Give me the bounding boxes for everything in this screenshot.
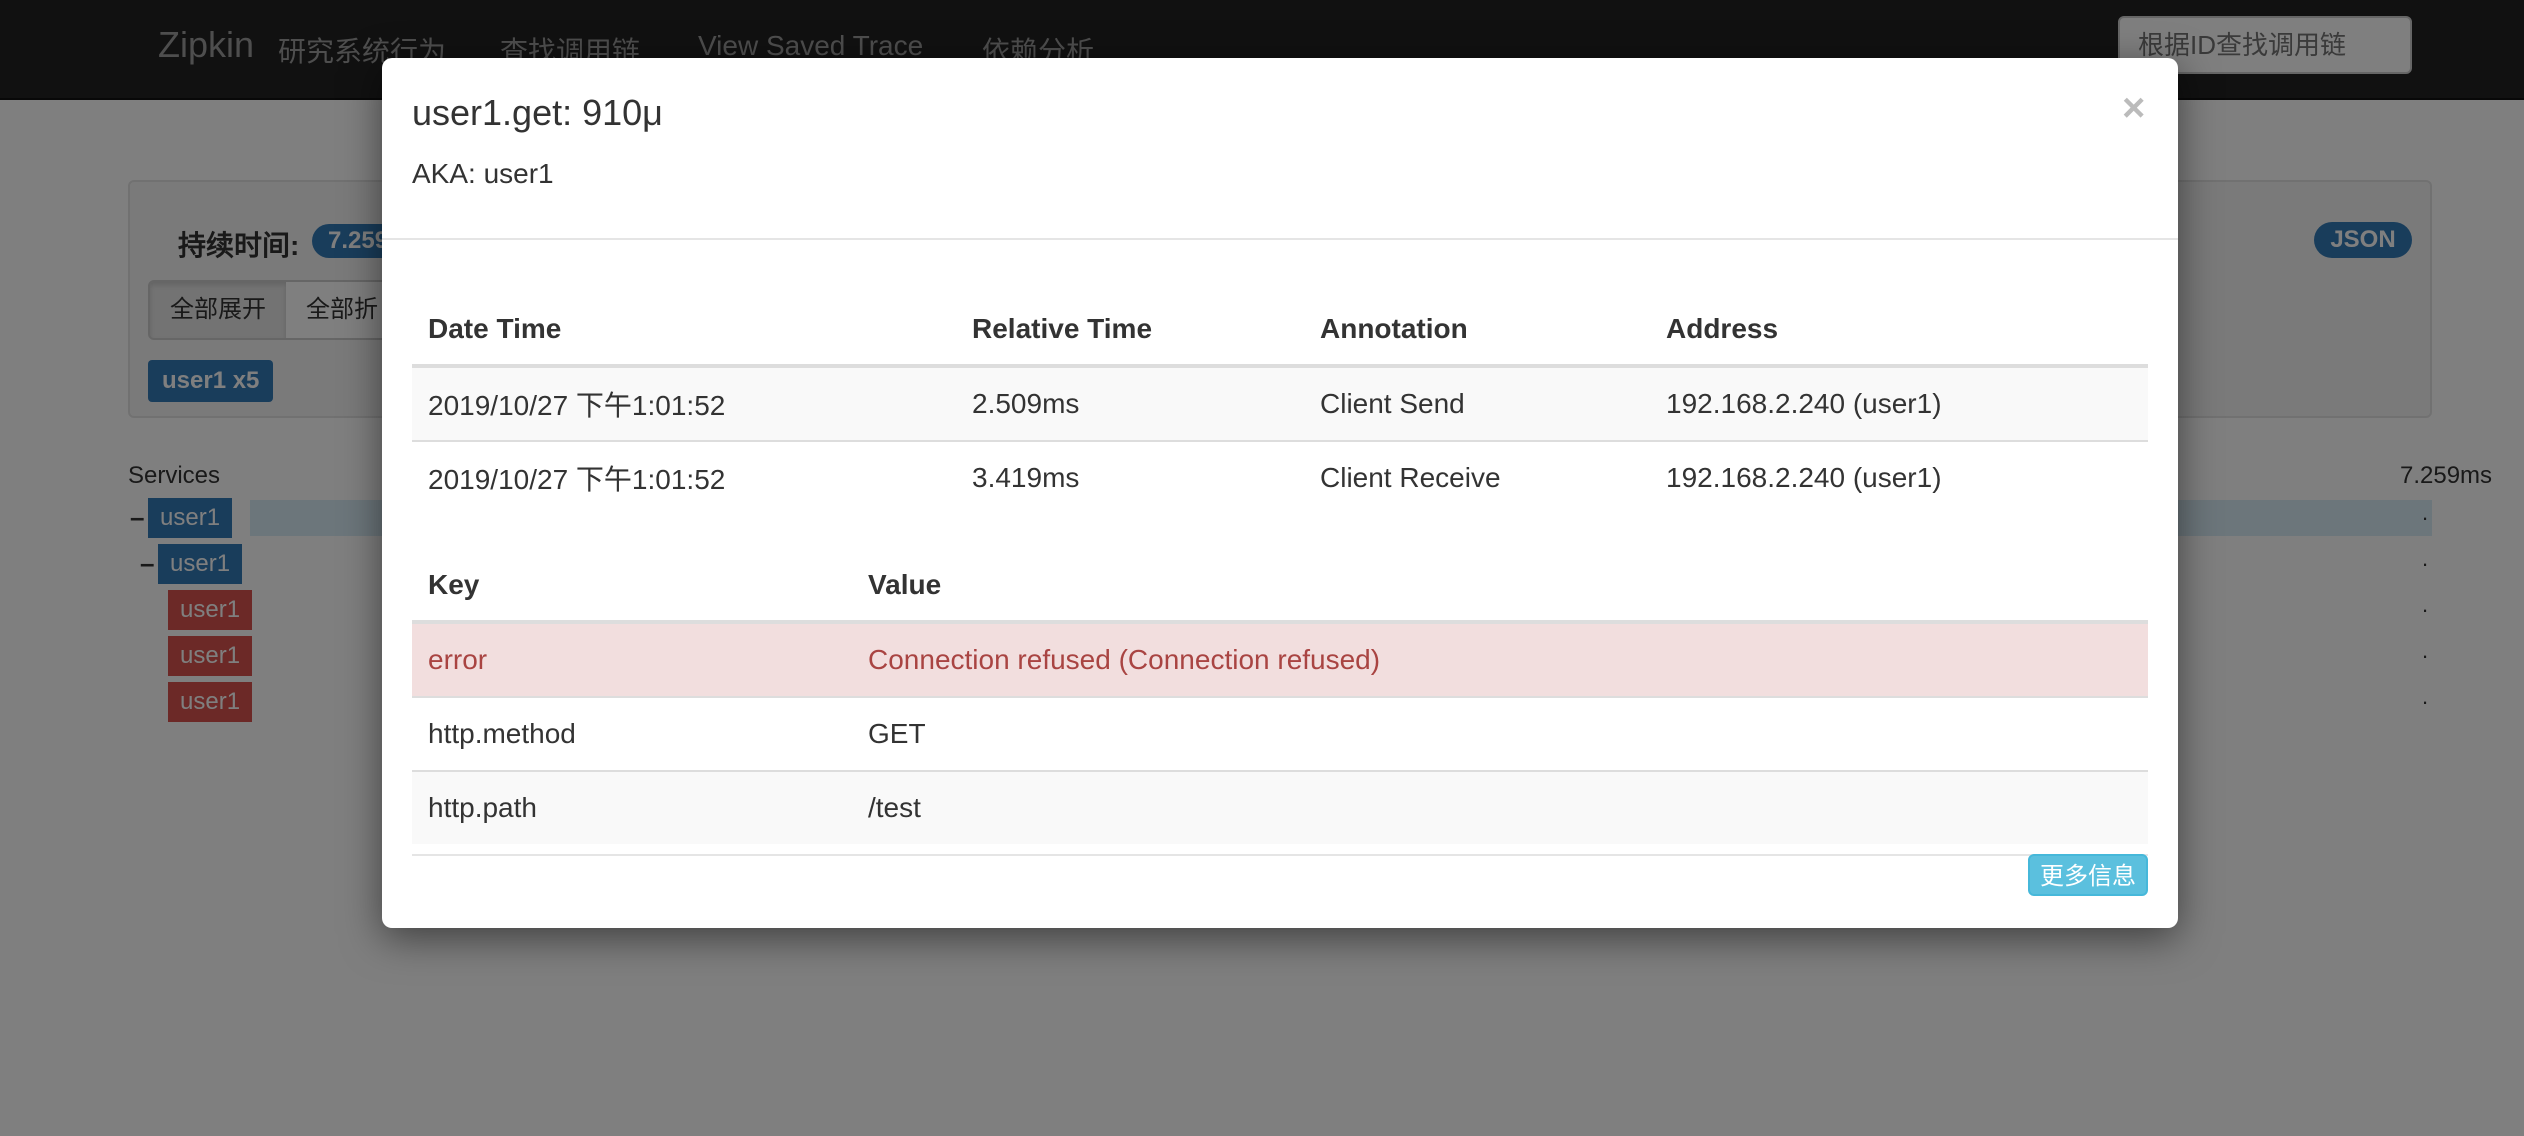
column-header: Date Time bbox=[412, 294, 956, 368]
column-header: Annotation bbox=[1304, 294, 1650, 368]
cell-key: http.method bbox=[412, 696, 852, 771]
span-detail-modal: user1.get: 910μ AKA: user1 × Date Time R… bbox=[382, 58, 2178, 928]
modal-header: user1.get: 910μ AKA: user1 × bbox=[382, 58, 2178, 240]
column-header: Value bbox=[852, 550, 2148, 624]
close-icon[interactable]: × bbox=[2122, 88, 2145, 128]
more-info-button[interactable]: 更多信息 bbox=[2028, 854, 2148, 896]
cell-date-time: 2019/10/27 下午1:01:52 bbox=[412, 440, 956, 514]
column-header: Relative Time bbox=[956, 294, 1304, 368]
cell-key: error bbox=[412, 621, 852, 697]
cell-relative-time: 3.419ms bbox=[956, 440, 1304, 514]
table-row: 2019/10/27 下午1:01:52 3.419ms Client Rece… bbox=[412, 440, 2148, 514]
table-header-row: Key Value bbox=[412, 550, 2148, 624]
cell-address: 192.168.2.240 (user1) bbox=[1650, 365, 2148, 441]
table-row: http.method GET bbox=[412, 696, 2148, 771]
table-header-row: Date Time Relative Time Annotation Addre… bbox=[412, 294, 2148, 368]
cell-date-time: 2019/10/27 下午1:01:52 bbox=[412, 365, 956, 441]
cell-key: http.path bbox=[412, 770, 852, 844]
cell-value: GET bbox=[852, 696, 2148, 771]
cell-value: Connection refused (Connection refused) bbox=[852, 621, 2148, 697]
column-header: Key bbox=[412, 550, 852, 624]
table-row: 2019/10/27 下午1:01:52 2.509ms Client Send… bbox=[412, 365, 2148, 441]
cell-address: 192.168.2.240 (user1) bbox=[1650, 440, 2148, 514]
column-header: Address bbox=[1650, 294, 2148, 368]
cell-value: /test bbox=[852, 770, 2148, 844]
tags-table: Key Value error Connection refused (Conn… bbox=[412, 550, 2148, 844]
cell-annotation: Client Send bbox=[1304, 365, 1650, 441]
table-row: http.path /test bbox=[412, 770, 2148, 844]
modal-aka: AKA: user1 bbox=[412, 158, 554, 189]
cell-relative-time: 2.509ms bbox=[956, 365, 1304, 441]
table-row-error: error Connection refused (Connection ref… bbox=[412, 621, 2148, 697]
annotations-table: Date Time Relative Time Annotation Addre… bbox=[412, 294, 2148, 514]
modal-footer-divider bbox=[412, 854, 2148, 856]
modal-title: user1.get: 910μ bbox=[412, 92, 663, 133]
cell-annotation: Client Receive bbox=[1304, 440, 1650, 514]
